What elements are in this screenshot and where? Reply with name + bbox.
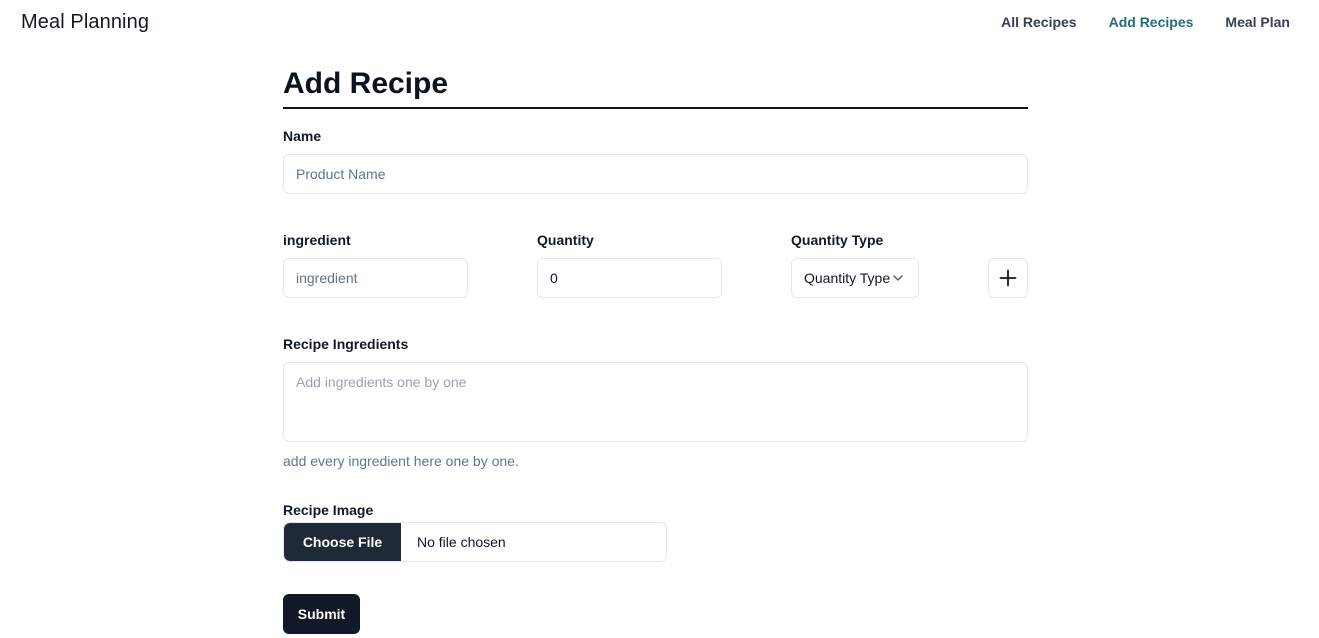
- recipe-image-file-input[interactable]: Choose File No file chosen: [283, 522, 667, 562]
- plus-icon: [999, 269, 1017, 287]
- choose-file-button[interactable]: Choose File: [284, 523, 401, 561]
- add-ingredient-button[interactable]: [988, 258, 1028, 298]
- nav-meal-plan[interactable]: Meal Plan: [1225, 14, 1290, 30]
- recipe-image-label: Recipe Image: [283, 502, 374, 518]
- top-nav: All Recipes Add Recipes Meal Plan: [1001, 14, 1290, 30]
- file-status: No file chosen: [417, 534, 506, 550]
- ingredient-label: ingredient: [283, 232, 351, 248]
- quantity-type-label: Quantity Type: [791, 232, 884, 248]
- recipe-ingredients-label: Recipe Ingredients: [283, 336, 409, 352]
- recipe-ingredients-help: add every ingredient here one by one.: [283, 453, 519, 469]
- ingredient-input[interactable]: [283, 258, 468, 298]
- quantity-type-selected: Quantity Type: [804, 270, 891, 286]
- quantity-type-select[interactable]: Quantity Type: [791, 258, 919, 298]
- nav-add-recipes[interactable]: Add Recipes: [1109, 14, 1194, 30]
- quantity-label: Quantity: [537, 232, 594, 248]
- name-input[interactable]: [283, 154, 1028, 194]
- page: Meal Planning All Recipes Add Recipes Me…: [0, 0, 1319, 638]
- brand-title[interactable]: Meal Planning: [21, 11, 149, 34]
- add-recipe-form: Add Recipe Name ingredient Quantity Quan…: [283, 66, 1028, 634]
- page-title: Add Recipe: [283, 66, 1028, 109]
- submit-button[interactable]: Submit: [283, 594, 360, 634]
- name-label: Name: [283, 128, 322, 144]
- recipe-ingredients-textarea[interactable]: [283, 362, 1028, 442]
- chevron-down-icon: [893, 275, 903, 281]
- quantity-input[interactable]: [537, 258, 722, 298]
- nav-all-recipes[interactable]: All Recipes: [1001, 14, 1076, 30]
